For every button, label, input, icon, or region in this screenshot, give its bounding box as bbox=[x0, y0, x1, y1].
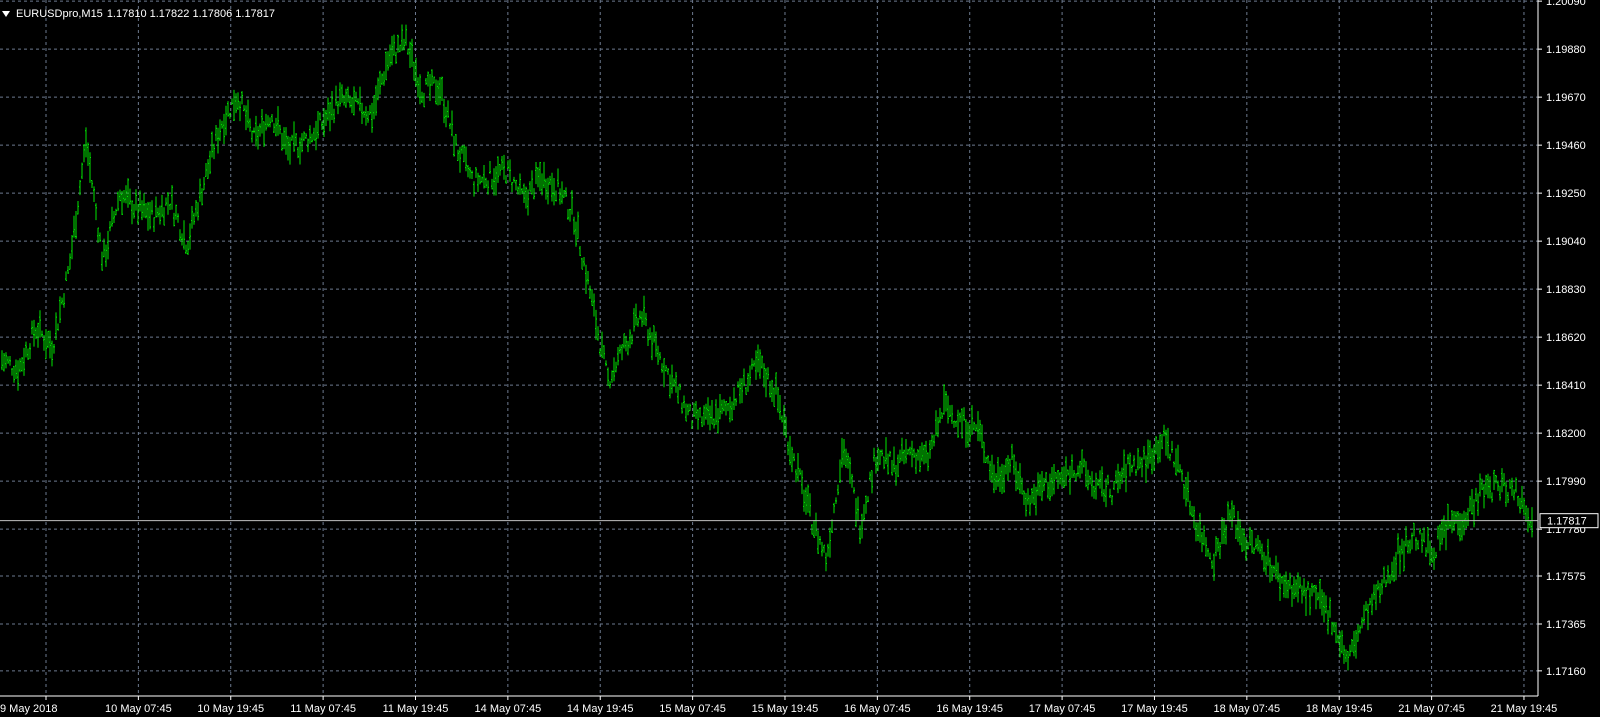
price-tick-label: 1.17365 bbox=[1546, 619, 1586, 631]
price-axis[interactable]: 1.20090 1.19880 1.19670 1.19460 1.19250 1.190… bbox=[1538, 0, 1586, 678]
collapse-triangle-icon[interactable] bbox=[2, 11, 10, 17]
time-tick-label: 11 May 19:45 bbox=[383, 703, 449, 715]
price-tick-label: 1.17575 bbox=[1546, 571, 1586, 583]
time-tick-label: 14 May 19:45 bbox=[567, 703, 634, 715]
current-price-label: 1.17817 bbox=[1547, 516, 1587, 528]
price-tick-label: 1.18830 bbox=[1546, 284, 1586, 296]
time-tick-label: 16 May 19:45 bbox=[936, 703, 1003, 715]
price-tick-label: 1.19670 bbox=[1546, 92, 1586, 104]
time-tick-label: 9 May 2018 bbox=[0, 703, 57, 715]
price-tick-label: 1.20090 bbox=[1546, 0, 1586, 8]
time-tick-label: 21 May 19:45 bbox=[1491, 703, 1558, 715]
price-tick-label: 1.18620 bbox=[1546, 332, 1586, 344]
symbol-label: EURUSDpro,M15 bbox=[16, 8, 103, 20]
price-tick-label: 1.19040 bbox=[1546, 236, 1586, 248]
time-tick-label: 18 May 19:45 bbox=[1306, 703, 1373, 715]
price-tick-label: 1.17160 bbox=[1546, 666, 1586, 678]
time-tick-label: 16 May 07:45 bbox=[844, 703, 911, 715]
price-tick-label: 1.19880 bbox=[1546, 44, 1586, 56]
time-tick-label: 21 May 07:45 bbox=[1398, 703, 1465, 715]
time-tick-label: 15 May 19:45 bbox=[752, 703, 819, 715]
time-tick-label: 17 May 07:45 bbox=[1029, 703, 1096, 715]
ohlc-readout: 1.17810 1.17822 1.17806 1.17817 bbox=[106, 8, 276, 20]
current-price-marker: 1.17817 bbox=[1539, 513, 1599, 529]
price-tick-label: 1.18410 bbox=[1546, 380, 1586, 392]
price-chart[interactable]: 1.20090 1.19880 1.19670 1.19460 1.19250 1.190… bbox=[0, 0, 1600, 717]
price-tick-label: 1.17990 bbox=[1546, 476, 1586, 488]
price-tick-label: 1.19460 bbox=[1546, 140, 1586, 152]
price-tick-label: 1.18200 bbox=[1546, 428, 1586, 440]
price-tick-label: 1.19250 bbox=[1546, 188, 1586, 200]
time-tick-label: 10 May 19:45 bbox=[197, 703, 264, 715]
time-tick-label: 14 May 07:45 bbox=[475, 703, 542, 715]
chart-title[interactable]: EURUSDpro,M15 1.17810 1.17822 1.17806 1.… bbox=[2, 5, 275, 23]
time-tick-label: 11 May 07:45 bbox=[290, 703, 356, 715]
time-tick-label: 15 May 07:45 bbox=[659, 703, 726, 715]
time-tick-label: 18 May 07:45 bbox=[1214, 703, 1281, 715]
time-tick-label: 17 May 19:45 bbox=[1121, 703, 1188, 715]
time-tick-label: 10 May 07:45 bbox=[105, 703, 172, 715]
